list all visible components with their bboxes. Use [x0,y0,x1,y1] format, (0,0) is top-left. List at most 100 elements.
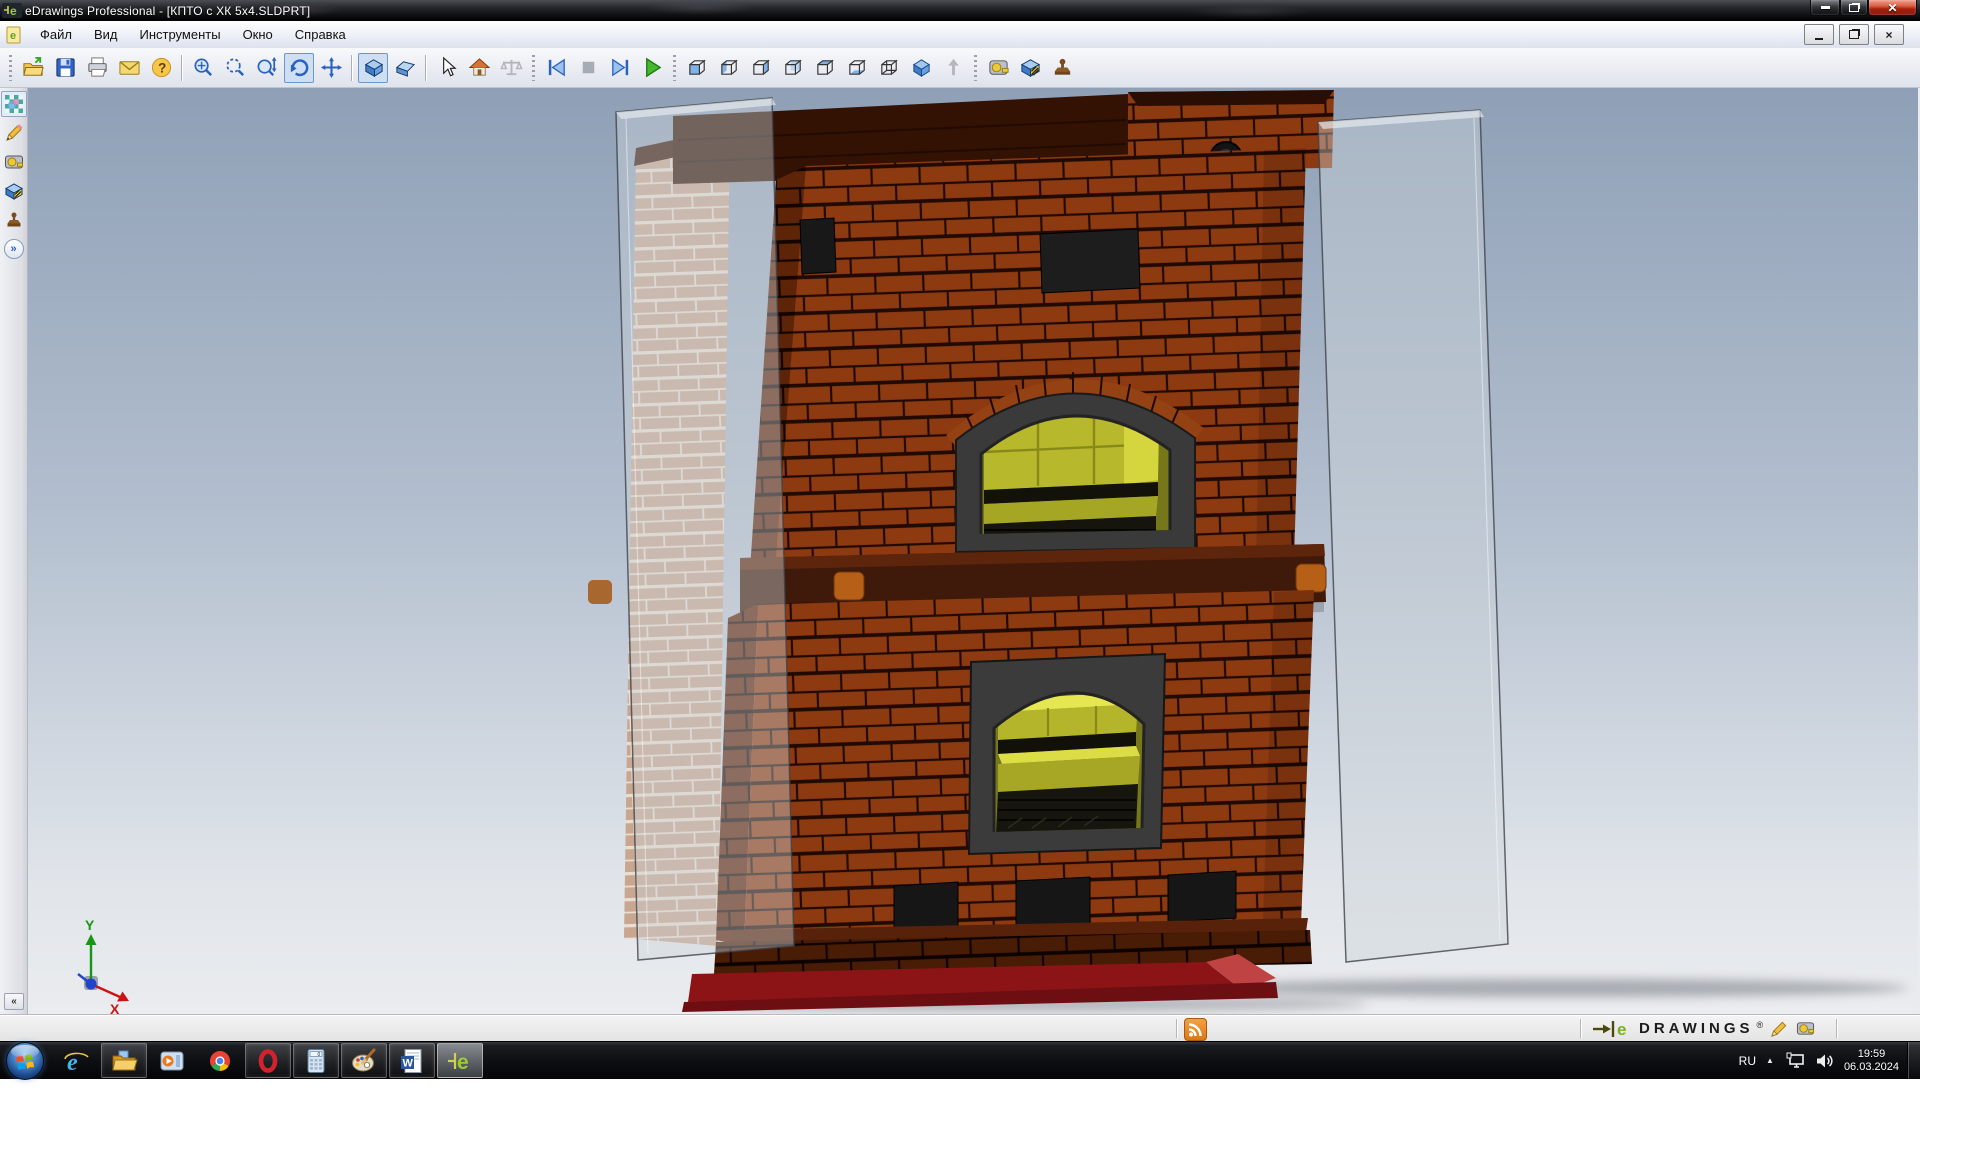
work-area: » « [0,88,1920,1014]
hidden-lines-button[interactable] [390,53,420,83]
status-groove [1836,1019,1838,1038]
home-button[interactable] [464,53,494,83]
mdi-minimize-button[interactable] [1804,24,1834,45]
edrawings-letter: e [457,1051,469,1074]
mdi-close-button[interactable]: × [1874,24,1904,45]
cross-section-icon [4,181,24,201]
stamp-side-button[interactable] [1,207,27,233]
toolbar-grip[interactable] [532,55,535,81]
close-icon: × [1885,29,1892,41]
taskbar-word[interactable]: W [389,1043,435,1078]
taskbar-opera[interactable] [245,1043,291,1078]
markup-pencil-icon[interactable] [1770,1019,1789,1038]
shaded-view-button[interactable] [358,53,388,83]
menu-file[interactable]: Файл [29,23,83,46]
toolbar-grip[interactable] [9,55,12,81]
toolbar-grip[interactable] [974,55,977,81]
volume-icon[interactable] [1816,1053,1834,1069]
select-button[interactable] [432,53,462,83]
rss-icon[interactable] [1184,1018,1207,1041]
sidebar-expand-button[interactable]: » [4,239,24,259]
hlr-cube-icon [394,56,417,79]
zoom-fit-button[interactable] [188,53,218,83]
help-icon: ? [150,56,173,79]
save-button[interactable] [50,53,80,83]
view-left-button[interactable] [714,53,744,83]
menu-help[interactable]: Справка [284,23,357,46]
chrome-icon [206,1047,234,1075]
window-restore-button[interactable] [1840,0,1868,16]
language-indicator[interactable]: RU [1739,1054,1756,1068]
taskbar-chrome[interactable] [197,1043,243,1078]
taskbar-internet-explorer[interactable]: e [53,1043,99,1078]
brick-oven-model: Y X [28,88,1918,1014]
pen-button[interactable] [1,120,27,146]
shaded-cube-icon [362,56,385,79]
play-button[interactable] [637,53,667,83]
taskbar-calculator[interactable]: 0 [293,1043,339,1078]
pan-button[interactable] [316,53,346,83]
restore-icon [1849,30,1859,39]
mass-properties-button[interactable] [496,53,526,83]
help-button[interactable]: ? [146,53,176,83]
start-button[interactable] [6,1042,44,1080]
tray-time: 19:59 [1844,1048,1899,1061]
cross-section-button[interactable] [1015,53,1045,83]
sidebar-collapse-button[interactable]: « [4,993,24,1010]
open-button[interactable] [18,53,48,83]
view-back-button[interactable] [778,53,808,83]
3d-viewport[interactable]: Y X [28,88,1920,1014]
window-close-button[interactable]: ✕ [1868,0,1917,16]
measure-side-button[interactable] [1,149,27,175]
view-top-button[interactable] [810,53,840,83]
measure-button[interactable] [983,53,1013,83]
zoom-in-out-button[interactable] [252,53,282,83]
view-right-button[interactable] [746,53,776,83]
menu-view[interactable]: Вид [83,23,129,46]
view-front-button[interactable] [682,53,712,83]
zoom-area-button[interactable] [220,53,250,83]
cursor-arrow-icon [436,56,459,79]
taskbar-edrawings[interactable]: e [437,1043,483,1078]
close-icon: ✕ [1887,2,1897,14]
tray-expand-icon[interactable]: ▲ [1766,1056,1774,1065]
status-groove [1176,1019,1178,1038]
go-to-start-button[interactable] [541,53,571,83]
tray-clock[interactable]: 19:59 06.03.2024 [1844,1048,1899,1074]
open-folder-icon [22,56,45,79]
stop-button[interactable] [573,53,603,83]
opera-icon [254,1047,282,1075]
svg-text:e: e [10,4,17,18]
toolbar-grip[interactable] [673,55,676,81]
toolbar-separator [425,55,427,81]
print-button[interactable] [82,53,112,83]
menu-tools[interactable]: Инструменты [129,23,232,46]
rotate-icon [288,56,311,79]
network-display-icon[interactable] [1786,1052,1806,1070]
menu-window[interactable]: Окно [232,23,284,46]
measure-status-icon[interactable] [1796,1019,1815,1038]
texture-button[interactable] [1,91,27,117]
go-to-end-button[interactable] [605,53,635,83]
view-wireframe-button[interactable] [874,53,904,83]
stamp-button[interactable] [1047,53,1077,83]
taskbar-paint[interactable] [341,1043,387,1078]
play-icon [641,56,664,79]
send-email-button[interactable] [114,53,144,83]
minimize-icon [1821,6,1830,9]
view-cube-top-icon [814,56,837,79]
window-minimize-button[interactable] [1810,0,1840,16]
taskbar-media-player[interactable] [149,1043,195,1078]
taskbar: e [0,1041,1920,1079]
calc-display: 0 [318,1051,321,1057]
view-bottom-button[interactable] [842,53,872,83]
view-cube-right-icon [750,56,773,79]
mdi-restore-button[interactable] [1839,24,1869,45]
cross-section-side-button[interactable] [1,178,27,204]
edrawings-brand: e DRAWINGS ® [1592,1017,1815,1040]
show-desktop-button[interactable] [1907,1042,1920,1079]
taskbar-windows-explorer[interactable] [101,1043,147,1078]
rotate-button[interactable] [284,53,314,83]
view-isometric-button[interactable] [906,53,936,83]
publish-button[interactable] [938,53,968,83]
